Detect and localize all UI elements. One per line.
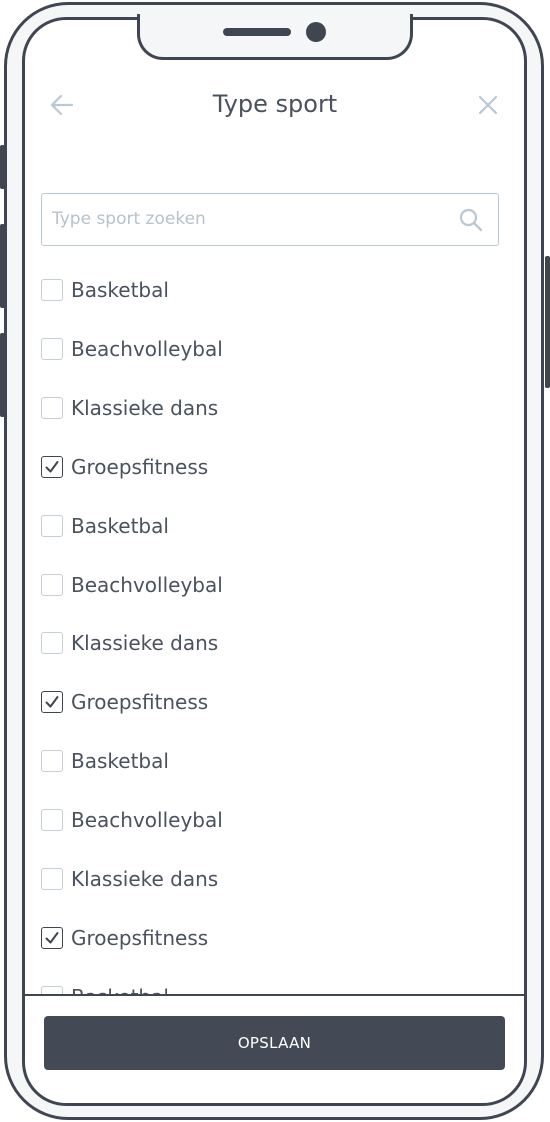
list-item[interactable]: Groepsfitness [41, 687, 208, 717]
list-item[interactable]: Basketbal [41, 511, 169, 541]
list-item-label: Beachvolleybal [71, 808, 223, 832]
list-item-label: Basketbal [71, 278, 169, 302]
sport-list: Basketbal Beachvolleybal Klassieke dans Gro… [0, 0, 550, 994]
checkbox[interactable] [41, 574, 63, 596]
checkbox[interactable] [41, 515, 63, 537]
checkbox[interactable] [41, 868, 63, 890]
checkbox[interactable] [41, 809, 63, 831]
list-item-label: Groepsfitness [71, 690, 209, 714]
page-title: Type sport [212, 90, 338, 118]
checkbox[interactable] [41, 986, 63, 994]
search-box [41, 193, 499, 246]
checkmark-icon [45, 932, 59, 944]
list-item[interactable]: Klassieke dans [41, 628, 218, 658]
list-item[interactable]: Basketbal [41, 275, 169, 305]
list-item[interactable]: Groepsfitness [41, 923, 208, 953]
list-item-label: Klassieke dans [71, 396, 219, 420]
list-item[interactable]: Klassieke dans [41, 864, 218, 894]
checkbox-checked[interactable] [41, 927, 63, 949]
list-item[interactable]: Klassieke dans [41, 393, 218, 423]
list-item-label: Basketbal [71, 749, 169, 773]
list-item-label: Klassieke dans [71, 631, 219, 655]
checkbox-checked[interactable] [41, 456, 63, 478]
list-item-label: Klassieke dans [71, 867, 219, 891]
list-item-label: Basketbal [71, 514, 169, 538]
footer-divider [25, 994, 524, 996]
close-icon[interactable] [475, 92, 501, 118]
checkmark-icon [45, 696, 59, 708]
list-item[interactable]: Beachvolleybal [41, 805, 223, 835]
checkbox-checked[interactable] [41, 691, 63, 713]
list-item[interactable]: Basketbal [41, 746, 169, 776]
checkbox[interactable] [41, 632, 63, 654]
list-item[interactable]: Beachvolleybal [41, 334, 223, 364]
list-item-label: Beachvolleybal [71, 573, 223, 597]
save-button[interactable]: OPSLAAN [44, 1016, 505, 1070]
checkbox[interactable] [41, 750, 63, 772]
list-item[interactable]: Groepsfitness [41, 452, 208, 482]
search-input[interactable] [52, 194, 452, 244]
list-item-label: Groepsfitness [71, 455, 209, 479]
list-item[interactable]: Beachvolleybal [41, 570, 223, 600]
checkbox[interactable] [41, 338, 63, 360]
checkmark-icon [45, 461, 59, 473]
list-item-label: Groepsfitness [71, 926, 209, 950]
list-item[interactable]: Basketbal [41, 982, 169, 994]
checkbox[interactable] [41, 397, 63, 419]
checkbox[interactable] [41, 279, 63, 301]
list-item-label: Beachvolleybal [71, 337, 223, 361]
list-item-label: Basketbal [71, 985, 169, 994]
search-icon[interactable] [458, 207, 484, 233]
